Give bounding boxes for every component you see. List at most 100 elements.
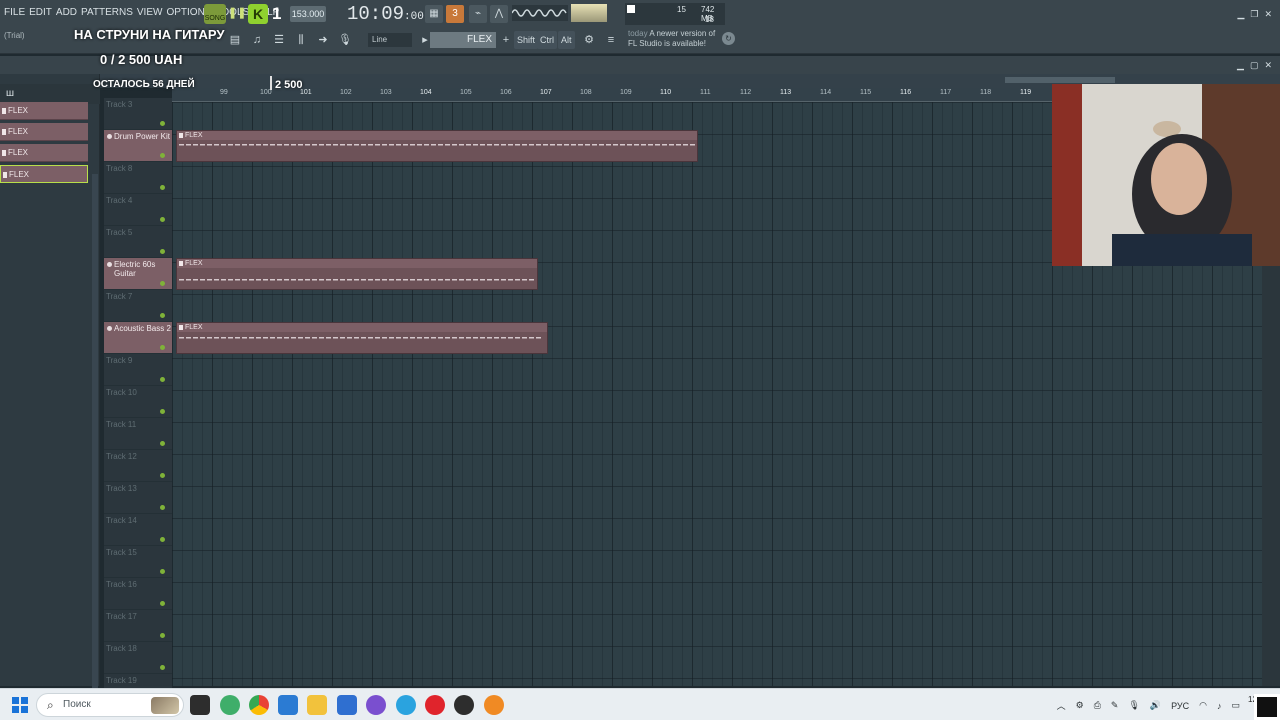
- update-icon[interactable]: ↻: [722, 32, 735, 45]
- pattern-clip[interactable]: FLEX: [176, 258, 538, 290]
- track-header[interactable]: Track 14: [104, 514, 172, 546]
- menu-add[interactable]: ADD: [56, 7, 77, 18]
- restore-icon[interactable]: ❐: [1250, 9, 1258, 20]
- playlist-icon[interactable]: ▤: [226, 32, 244, 48]
- track-mute-icon[interactable]: [160, 473, 165, 478]
- playlist-close-icon[interactable]: ✕: [1264, 60, 1272, 71]
- taskbar-search[interactable]: ⌕ Поиск: [36, 693, 184, 717]
- menu-view[interactable]: VIEW: [137, 7, 163, 18]
- track-mute-icon[interactable]: [160, 633, 165, 638]
- record-icon[interactable]: K: [248, 4, 268, 24]
- track-header[interactable]: Track 3: [104, 98, 172, 130]
- picker-item[interactable]: FLEX: [0, 144, 88, 162]
- vscode-icon[interactable]: [278, 695, 298, 715]
- arrow-icon[interactable]: ➜: [314, 32, 332, 48]
- track-mute-icon[interactable]: [160, 345, 165, 350]
- track-mute-icon[interactable]: [160, 569, 165, 574]
- track-mute-icon[interactable]: [160, 505, 165, 510]
- recording-mode-icon[interactable]: ⋀: [490, 5, 508, 23]
- add-icon[interactable]: +: [497, 32, 515, 48]
- track-header[interactable]: Track 10: [104, 386, 172, 418]
- shift-key-button[interactable]: Shift: [514, 31, 539, 49]
- track-header[interactable]: Acoustic Bass 2: [104, 322, 172, 354]
- track-mute-icon[interactable]: [160, 377, 165, 382]
- picker-scrollbar[interactable]: [92, 174, 98, 720]
- track-mute-icon[interactable]: [160, 601, 165, 606]
- task-view-icon[interactable]: [190, 695, 210, 715]
- obs-icon[interactable]: [454, 695, 474, 715]
- picker-item[interactable]: FLEX: [0, 123, 88, 141]
- track-header[interactable]: Track 17: [104, 610, 172, 642]
- track-mute-icon[interactable]: [160, 249, 165, 254]
- track-header[interactable]: Track 11: [104, 418, 172, 450]
- viber-icon[interactable]: [366, 695, 386, 715]
- track-header[interactable]: Track 8: [104, 162, 172, 194]
- usb-icon[interactable]: ⎙: [1094, 700, 1101, 711]
- track-header[interactable]: Track 5: [104, 226, 172, 258]
- menu-edit[interactable]: EDIT: [29, 7, 52, 18]
- battery-icon[interactable]: ▭: [1231, 700, 1240, 711]
- track-header[interactable]: Drum Power Kit: [104, 130, 172, 162]
- track-header[interactable]: Track 18: [104, 642, 172, 674]
- track-header[interactable]: Track 12: [104, 450, 172, 482]
- track-header[interactable]: Track 9: [104, 354, 172, 386]
- horizontal-scrollbar[interactable]: [1005, 77, 1115, 83]
- track-mute-icon[interactable]: [160, 121, 165, 126]
- volume-icon[interactable]: 🔊: [1150, 700, 1161, 711]
- piano-roll-icon[interactable]: ♫: [248, 32, 266, 48]
- track-header[interactable]: Track 16: [104, 578, 172, 610]
- opera-icon[interactable]: [425, 695, 445, 715]
- wait-input-icon[interactable]: ⌁: [469, 5, 487, 23]
- news-panel[interactable]: today A newer version of FL Studio is av…: [628, 29, 715, 49]
- metronome-icon[interactable]: 3: [446, 5, 464, 23]
- close-icon[interactable]: ✕: [1264, 9, 1272, 20]
- track-header[interactable]: Track 7: [104, 290, 172, 322]
- picker-item-selected[interactable]: FLEX: [0, 165, 88, 183]
- alt-key-button[interactable]: Alt: [558, 31, 575, 49]
- picker-menu-icon[interactable]: ш: [6, 88, 14, 99]
- instrument-selector[interactable]: FLEX: [430, 32, 496, 48]
- playlist-minimize-icon[interactable]: ▁: [1237, 60, 1244, 71]
- pattern-selector[interactable]: 1: [272, 4, 281, 24]
- pattern-clip[interactable]: FLEX: [176, 130, 698, 162]
- track-mute-icon[interactable]: [160, 217, 165, 222]
- network-app-icon[interactable]: ⚙: [1076, 700, 1084, 711]
- track-mute-icon[interactable]: [160, 185, 165, 190]
- snap-selector[interactable]: Line: [368, 33, 412, 47]
- widget-app-icon[interactable]: [220, 695, 240, 715]
- playlist-maximize-icon[interactable]: ▢: [1250, 60, 1259, 71]
- track-mute-icon[interactable]: [160, 665, 165, 670]
- microphone-icon[interactable]: 🎙: [336, 32, 354, 48]
- track-header[interactable]: Electric 60s Guitar: [104, 258, 172, 290]
- list-icon[interactable]: ≡: [602, 32, 620, 48]
- gear-icon[interactable]: ⚙: [580, 32, 598, 48]
- typing-keyboard-icon[interactable]: ▦: [425, 5, 443, 23]
- timeline-ruler[interactable]: 99 100 101 102 103 104 105 106 107 108 109 110 111 11…: [172, 88, 1052, 102]
- pattern-clip[interactable]: FLEX: [176, 322, 548, 354]
- track-mute-icon[interactable]: [160, 441, 165, 446]
- chevron-up-icon[interactable]: ︿: [1057, 699, 1066, 712]
- menu-file[interactable]: FILE: [4, 7, 25, 18]
- channel-rack-icon[interactable]: ☰: [270, 32, 288, 48]
- minimize-icon[interactable]: ▁: [1237, 9, 1244, 20]
- track-header[interactable]: Track 4: [104, 194, 172, 226]
- song-mode-button[interactable]: SONG: [204, 4, 226, 24]
- telegram-icon[interactable]: [396, 695, 416, 715]
- file-explorer-icon[interactable]: [307, 695, 327, 715]
- mixer-icon[interactable]: ⫼: [292, 32, 310, 48]
- track-mute-icon[interactable]: [160, 409, 165, 414]
- track-mute-icon[interactable]: [160, 313, 165, 318]
- track-mute-icon[interactable]: [160, 153, 165, 158]
- ctrl-key-button[interactable]: Ctrl: [537, 31, 557, 49]
- wifi-icon[interactable]: ◠: [1199, 700, 1207, 711]
- track-header[interactable]: Track 13: [104, 482, 172, 514]
- pause-icon[interactable]: ❚❚: [228, 6, 246, 22]
- chrome-icon[interactable]: [249, 695, 269, 715]
- menu-patterns[interactable]: PATTERNS: [81, 7, 133, 18]
- fl-studio-taskbar-icon[interactable]: [484, 695, 504, 715]
- master-volume-meter[interactable]: [571, 4, 607, 22]
- language-indicator[interactable]: РУС: [1171, 701, 1189, 711]
- track-mute-icon[interactable]: [160, 537, 165, 542]
- microphone-tray-icon[interactable]: 🎙: [1128, 700, 1139, 711]
- store-icon[interactable]: [337, 695, 357, 715]
